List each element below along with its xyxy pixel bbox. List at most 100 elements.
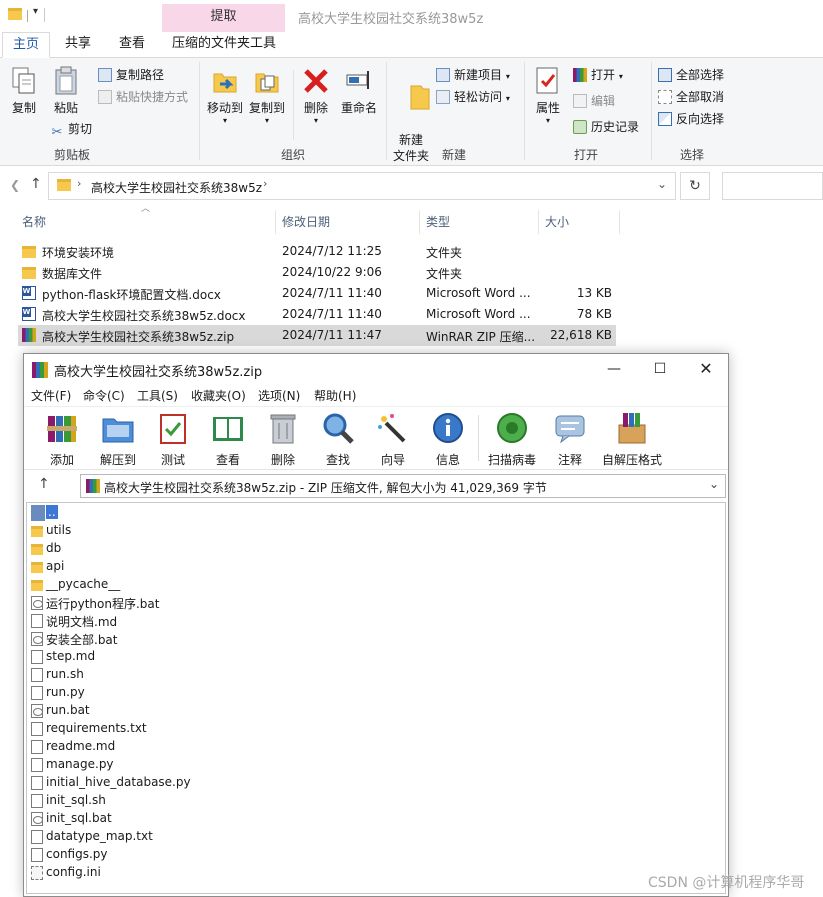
tool-find-button[interactable]: 查找 <box>313 411 363 468</box>
paste-button[interactable]: 粘贴 <box>48 66 84 116</box>
new-item-icon <box>436 68 450 82</box>
archive-item-name: api <box>46 559 65 573</box>
up-icon[interactable]: ↑ <box>38 476 50 492</box>
menu-file[interactable]: 文件(F) <box>31 387 71 404</box>
tool-delete-label: 删除 <box>270 453 295 467</box>
tab-home[interactable]: 主页 <box>2 32 50 58</box>
up-icon[interactable]: ↑ <box>30 176 42 192</box>
archive-list-item[interactable]: 说明文档.md <box>29 612 719 630</box>
menu-commands[interactable]: 命令(C) <box>83 387 125 404</box>
archive-list-item[interactable]: __pycache__ <box>29 576 719 594</box>
address-bar[interactable]: › 高校大学生校园社交系统38w5z › ⌄ <box>48 172 676 200</box>
archive-list-item[interactable]: readme.md <box>29 738 719 756</box>
select-all-button[interactable]: 全部选择 <box>658 66 724 83</box>
archive-list-item[interactable]: configs.py <box>29 846 719 864</box>
file-row[interactable]: 环境安装环境 2024/7/12 11:25 文件夹 <box>18 241 616 262</box>
tab-share[interactable]: 共享 <box>56 32 100 58</box>
properties-button[interactable]: 属性 ▾ <box>530 66 566 125</box>
minimize-button[interactable]: — <box>600 358 628 380</box>
winrar-menubar: 文件(F) 命令(C) 工具(S) 收藏夹(O) 选项(N) 帮助(H) <box>24 384 728 406</box>
refresh-button[interactable]: ↻ <box>680 172 710 200</box>
archive-list-item[interactable]: step.md <box>29 648 719 666</box>
chevron-down-icon[interactable]: ⌄ <box>709 477 719 491</box>
tool-virus-scan-button[interactable]: 扫描病毒 <box>484 411 540 468</box>
archive-list-item[interactable]: 运行python程序.bat <box>29 594 719 612</box>
archive-list-item[interactable]: initial_hive_database.py <box>29 774 719 792</box>
copy-button[interactable]: 复制 <box>6 66 42 116</box>
explorer-titlebar: ▾ 提取 高校大学生校园社交系统38w5z <box>0 0 823 32</box>
archive-item-name: datatype_map.txt <box>46 829 153 843</box>
menu-favorites[interactable]: 收藏夹(O) <box>191 387 246 404</box>
archive-item-name: utils <box>46 523 72 537</box>
scissors-icon: ✂ <box>51 125 63 140</box>
archive-list-item[interactable]: run.py <box>29 684 719 702</box>
contextual-tab-extract[interactable]: 提取 <box>162 4 285 32</box>
folder-icon <box>31 562 43 573</box>
tool-test-button[interactable]: 测试 <box>148 411 198 468</box>
tool-wizard-button[interactable]: 向导 <box>368 411 418 468</box>
info-icon <box>433 413 463 443</box>
close-button[interactable]: ✕ <box>692 358 720 380</box>
archive-list-item[interactable]: .. <box>29 504 719 522</box>
tool-extract-to-button[interactable]: 解压到 <box>93 411 143 468</box>
tab-view[interactable]: 查看 <box>110 32 154 58</box>
tool-sfx-button[interactable]: 自解压格式 <box>598 411 666 468</box>
open-button[interactable]: 打开 ▾ <box>573 66 623 83</box>
copy-to-button[interactable]: 复制到 ▾ <box>246 66 288 125</box>
menu-help[interactable]: 帮助(H) <box>314 387 356 404</box>
archive-list-item[interactable]: api <box>29 558 719 576</box>
cut-button[interactable]: ✂ 剪切 <box>50 120 92 140</box>
chevron-down-icon[interactable]: ⌄ <box>657 177 667 191</box>
back-icon[interactable]: ❮ <box>10 178 20 192</box>
delete-button[interactable]: 删除 ▾ <box>298 66 334 125</box>
menu-tools[interactable]: 工具(S) <box>137 387 178 404</box>
chevron-down-icon[interactable]: ▾ <box>33 6 38 17</box>
rename-button[interactable]: 重命名 <box>338 66 380 116</box>
select-none-button[interactable]: 全部取消 <box>658 88 724 105</box>
menu-options[interactable]: 选项(N) <box>258 387 300 404</box>
tool-comment-button[interactable]: 注释 <box>545 411 595 468</box>
new-item-button[interactable]: 新建项目 ▾ <box>436 66 510 83</box>
move-to-button[interactable]: 移动到 ▾ <box>204 66 246 125</box>
chevron-down-icon: ▾ <box>505 72 510 81</box>
column-type[interactable]: 类型 <box>426 210 450 234</box>
archive-list-item[interactable]: run.bat <box>29 702 719 720</box>
address-path[interactable]: 高校大学生校园社交系统38w5z <box>91 179 262 196</box>
maximize-button[interactable]: ☐ <box>646 358 674 380</box>
archive-list-item[interactable]: db <box>29 540 719 558</box>
archive-list-item[interactable]: init_sql.sh <box>29 792 719 810</box>
tool-delete-button[interactable]: 删除 <box>258 411 308 468</box>
archive-list-item[interactable]: datatype_map.txt <box>29 828 719 846</box>
edit-button[interactable]: 编辑 <box>573 92 615 109</box>
archive-path-field[interactable]: 高校大学生校园社交系统38w5z.zip - ZIP 压缩文件, 解包大小为 4… <box>80 474 726 498</box>
archive-list-item[interactable]: init_sql.bat <box>29 810 719 828</box>
archive-list-item[interactable]: requirements.txt <box>29 720 719 738</box>
search-input[interactable] <box>722 172 823 200</box>
edit-label: 编辑 <box>591 94 616 108</box>
file-row[interactable]: python-flask环境配置文档.docx 2024/7/11 11:40 Mi… <box>18 283 616 304</box>
file-row[interactable]: 高校大学生校园社交系统38w5z.docx 2024/7/11 11:40 Micr… <box>18 304 616 325</box>
history-button[interactable]: 历史记录 <box>573 118 639 135</box>
file-row[interactable]: 数据库文件 2024/10/22 9:06 文件夹 <box>18 262 616 283</box>
copy-path-button[interactable]: 复制路径 <box>98 66 164 83</box>
tool-view-button[interactable]: 查看 <box>203 411 253 468</box>
column-modified[interactable]: 修改日期 <box>282 210 330 234</box>
tool-info-button[interactable]: 信息 <box>423 411 473 468</box>
archive-list-item[interactable]: config.ini <box>29 864 719 882</box>
tool-add-button[interactable]: 添加 <box>37 411 87 468</box>
easy-access-button[interactable]: 轻松访问 ▾ <box>436 88 510 105</box>
column-name[interactable]: 名称 <box>22 210 46 234</box>
tab-compressed-folder-tools[interactable]: 压缩的文件夹工具 <box>165 32 283 58</box>
file-icon <box>31 758 43 772</box>
file-row[interactable]: 高校大学生校园社交系统38w5z.zip 2024/7/11 11:47 WinRA… <box>18 325 616 346</box>
archive-list-item[interactable]: run.sh <box>29 666 719 684</box>
archive-item-name: init_sql.sh <box>46 793 106 807</box>
column-size[interactable]: 大小 <box>545 210 569 234</box>
file-modified: 2024/7/12 11:25 <box>282 244 382 258</box>
archive-list-item[interactable]: utils <box>29 522 719 540</box>
paste-shortcut-button[interactable]: 粘贴快捷方式 <box>98 88 188 105</box>
invert-selection-button[interactable]: 反向选择 <box>658 110 724 127</box>
wand-icon <box>378 414 406 443</box>
archive-list-item[interactable]: 安装全部.bat <box>29 630 719 648</box>
archive-list-item[interactable]: manage.py <box>29 756 719 774</box>
